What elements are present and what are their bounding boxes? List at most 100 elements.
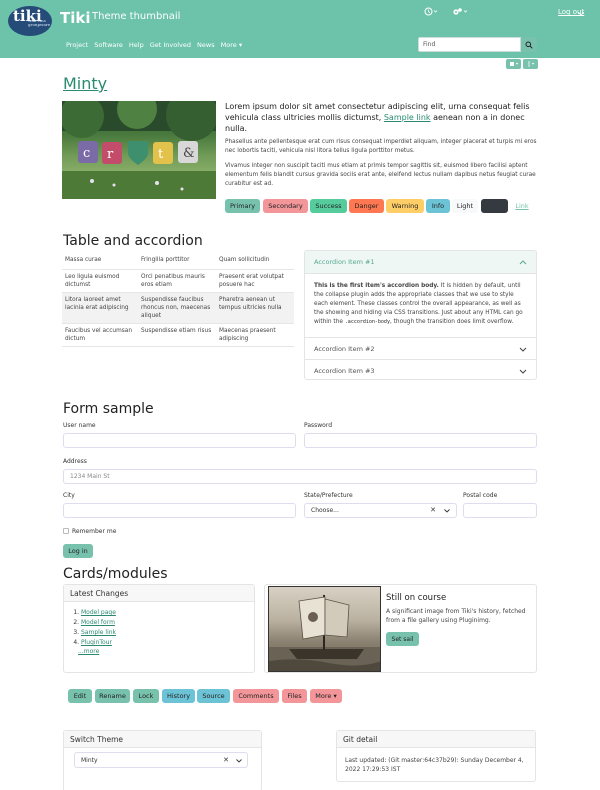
success-button[interactable]: Success — [310, 199, 347, 213]
table-cell: Suspendisse faucibus rhoncus non, maecen… — [138, 292, 216, 324]
nav-help[interactable]: Help — [129, 41, 144, 49]
change-item[interactable]: Model page — [81, 608, 116, 618]
garden-photo: c r t & — [62, 101, 216, 199]
tools-icon — [509, 62, 518, 66]
theme-select[interactable]: Minty ✕ — [74, 752, 248, 768]
password-label: Password — [304, 422, 333, 429]
sample-link[interactable]: Sample link — [384, 113, 431, 122]
state-label: State/Prefecture — [304, 492, 353, 499]
files-button[interactable]: Files — [282, 689, 307, 703]
more-changes-link[interactable]: ...more — [78, 648, 99, 655]
login-button[interactable]: Log in — [63, 544, 93, 558]
danger-button[interactable]: Danger — [349, 199, 384, 213]
accordion-item-3-header[interactable]: Accordion Item #3 — [305, 359, 536, 379]
rename-button[interactable]: Rename — [95, 689, 130, 703]
username-label: User name — [63, 422, 96, 429]
caret-down-icon: ▾ — [238, 41, 243, 49]
site-subtitle: Theme thumbnail — [92, 11, 181, 22]
clear-icon[interactable]: ✕ — [430, 506, 436, 514]
git-detail-text: Last updated: (Git master:64c37b29): Sun… — [345, 757, 524, 773]
table-header-cell: Fringilla porttitor — [138, 253, 216, 270]
address-field[interactable]: 1234 Main St — [63, 469, 537, 484]
table-cell: Leo ligula euismod dictumst — [62, 269, 138, 293]
nav-news[interactable]: News — [197, 41, 215, 49]
site-title[interactable]: Tiki — [60, 9, 91, 27]
postal-label: Postal code — [463, 492, 498, 499]
table-cell: Praesent erat volutpat posuere hac — [216, 269, 294, 293]
tiki-logo[interactable]: tiki wiki cms groupware — [8, 6, 52, 36]
lead-paragraph: Lorem ipsum dolor sit amet consectetur a… — [225, 101, 537, 134]
dark-button[interactable]: Dark — [481, 199, 508, 213]
set-sail-button[interactable]: Set sail — [386, 632, 419, 646]
svg-text:r: r — [107, 147, 114, 162]
change-item[interactable]: PluginTour — [81, 638, 116, 648]
table-row: Faucibus vel accumsan dictum Suspendisse… — [62, 323, 294, 347]
postal-field[interactable] — [463, 503, 537, 518]
chevron-down-icon — [577, 10, 585, 18]
lock-button[interactable]: Lock — [133, 689, 159, 703]
page-menu-button[interactable] — [523, 59, 538, 69]
svg-text:&: & — [183, 146, 195, 161]
page-tools-button[interactable] — [506, 59, 521, 69]
change-item[interactable]: Model form — [81, 618, 116, 628]
nav-get-involved[interactable]: Get Involved — [150, 41, 191, 49]
table-row: Litora laoreet amet lacinia erat adipisc… — [62, 292, 294, 324]
gears-icon[interactable] — [452, 7, 468, 18]
image-card: Still on course A significant image from… — [264, 584, 537, 673]
ship-photo — [268, 586, 381, 672]
table-cell: Pharetra aenean ut tempus ultricies null… — [216, 292, 294, 324]
primary-button[interactable]: Primary — [225, 199, 260, 213]
svg-text:t: t — [158, 147, 164, 162]
clock-icon[interactable] — [424, 7, 438, 18]
accordion-item-2-label: Accordion Item #2 — [314, 345, 375, 353]
accordion-body-end: , though the transition does limit overf… — [389, 319, 514, 325]
edit-button[interactable]: Edit — [68, 689, 92, 703]
switch-theme-title: Switch Theme — [64, 731, 261, 748]
link-button[interactable]: Link — [510, 199, 534, 213]
more-actions-button[interactable]: More ▾ — [310, 689, 342, 703]
page-title[interactable]: Minty — [63, 74, 107, 93]
table-cell: Maecenas praesent adipiscing — [216, 323, 294, 347]
secondary-button[interactable]: Secondary — [263, 199, 308, 213]
image-card-title: Still on course — [386, 593, 447, 603]
remember-checkbox[interactable] — [63, 528, 69, 534]
table-cell: Faucibus vel accumsan dictum — [62, 323, 138, 347]
light-button[interactable]: Light — [452, 199, 478, 213]
history-button[interactable]: History — [162, 689, 195, 703]
table-header-cell: Massa curae — [62, 253, 138, 270]
sample-table: Massa curae Fringilla porttitor Quam sol… — [62, 253, 294, 347]
search-input[interactable]: Find — [418, 37, 521, 52]
nav-software[interactable]: Software — [94, 41, 123, 49]
chevron-down-icon — [444, 509, 450, 513]
accordion-body-bold: This is the first item's accordion body. — [314, 283, 439, 289]
password-field[interactable] — [304, 433, 537, 448]
accordion-item-3-label: Accordion Item #3 — [314, 367, 375, 375]
table-row: Leo ligula euismod dictumst Orci penatib… — [62, 269, 294, 293]
city-field[interactable] — [63, 503, 296, 518]
state-select[interactable]: Choose... ✕ — [304, 503, 457, 518]
nav-more[interactable]: More ▾ — [221, 41, 242, 49]
info-button[interactable]: Info — [426, 199, 450, 213]
caret-down-icon: ▾ — [333, 692, 337, 700]
source-button[interactable]: Source — [197, 689, 230, 703]
accordion-item-1-header[interactable]: Accordion Item #1 — [305, 251, 536, 274]
change-item[interactable]: Sample link — [81, 628, 116, 638]
body-paragraph-1: Phasellus ante pellentesque erat cum ris… — [225, 139, 537, 154]
comments-button[interactable]: Comments — [233, 689, 279, 703]
clear-icon[interactable]: ✕ — [223, 756, 229, 764]
accordion-body-code: .accordion-body — [344, 319, 390, 325]
chevron-down-icon — [519, 369, 527, 374]
table-section-title: Table and accordion — [63, 233, 203, 249]
warning-button[interactable]: Warning — [386, 199, 424, 213]
latest-changes-card: Latest Changes Model page Model form Sam… — [63, 584, 255, 673]
accordion-item-2-header[interactable]: Accordion Item #2 — [305, 337, 536, 360]
git-detail-card: Git detail Last updated: (Git master:64c… — [336, 730, 536, 782]
nav-project[interactable]: Project — [66, 41, 88, 49]
chevron-down-icon — [236, 759, 242, 763]
top-navbar: tiki wiki cms groupware Tiki Theme thumb… — [0, 0, 600, 58]
chevron-down-icon — [519, 347, 527, 352]
username-field[interactable] — [63, 433, 296, 448]
search-button[interactable] — [521, 37, 537, 52]
table-cell: Litora laoreet amet lacinia erat adipisc… — [62, 292, 138, 324]
table-header-cell: Quam sollicitudin — [216, 253, 294, 270]
